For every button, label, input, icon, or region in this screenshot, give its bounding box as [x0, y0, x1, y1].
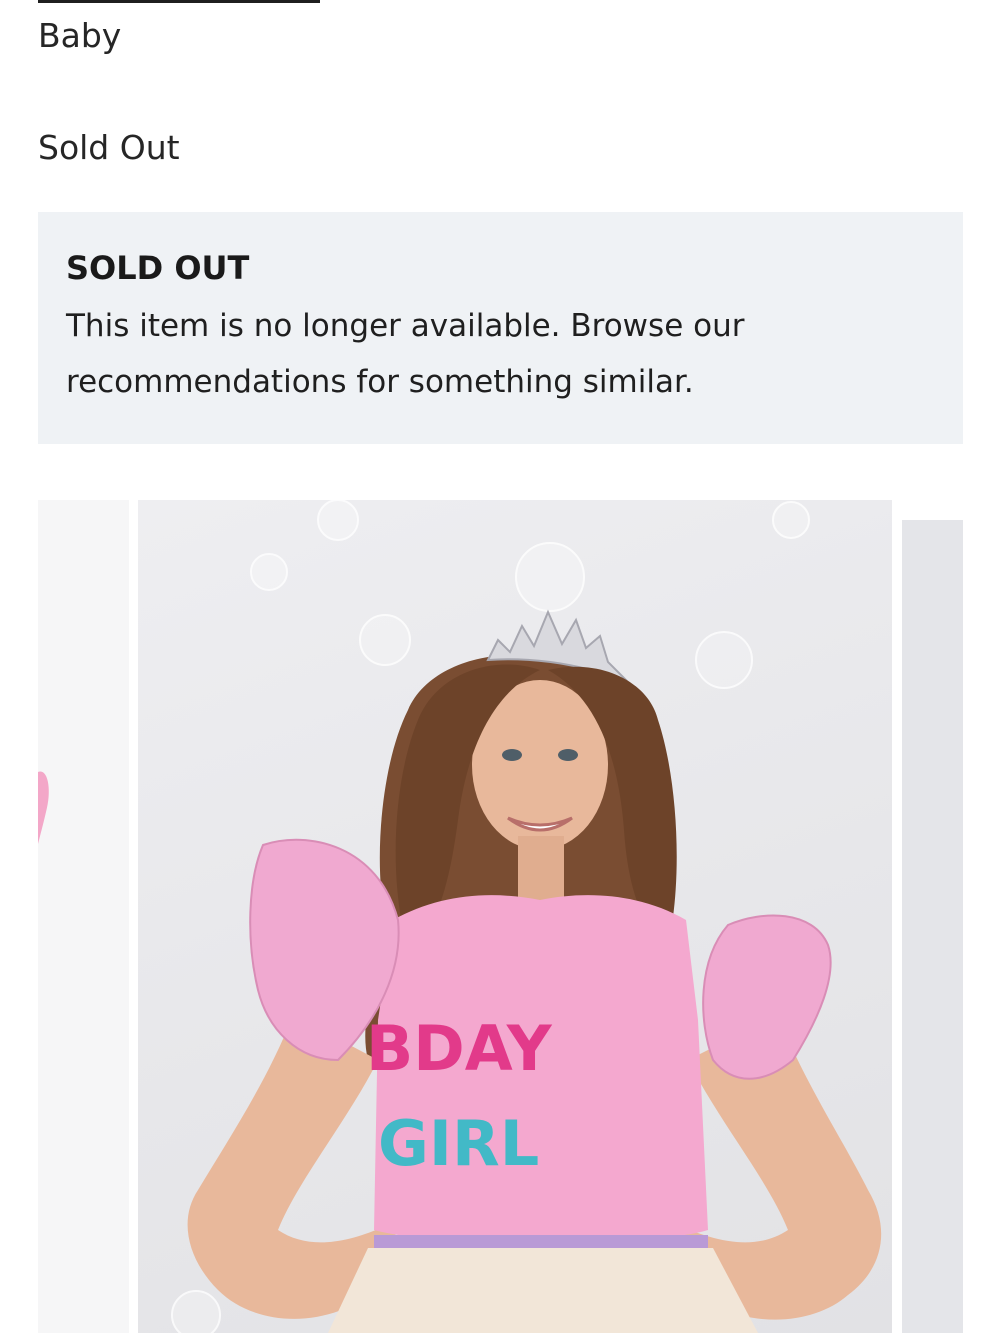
product-image-carousel[interactable]: BDAY GIRL [38, 500, 963, 1333]
notice-title: SOLD OUT [66, 249, 250, 287]
divider [38, 0, 320, 3]
sold-out-notice: SOLD OUT This item is no longer availabl… [38, 212, 963, 444]
shirt-text-line1: BDAY [366, 1012, 553, 1085]
shirt-text-line2: GIRL [378, 1107, 539, 1180]
next-product-image[interactable] [902, 520, 963, 1333]
previous-product-image[interactable] [38, 500, 129, 1333]
stock-status: Sold Out [38, 128, 180, 167]
category-label[interactable]: Baby [38, 14, 121, 58]
product-page: Baby Sold Out SOLD OUT This item is no l… [0, 0, 1000, 1333]
main-product-image[interactable]: BDAY GIRL [138, 500, 892, 1333]
product-photo: BDAY GIRL [171, 500, 882, 1333]
previous-image-graphic [38, 771, 49, 844]
notice-message: This item is no longer available. Browse… [66, 308, 745, 400]
